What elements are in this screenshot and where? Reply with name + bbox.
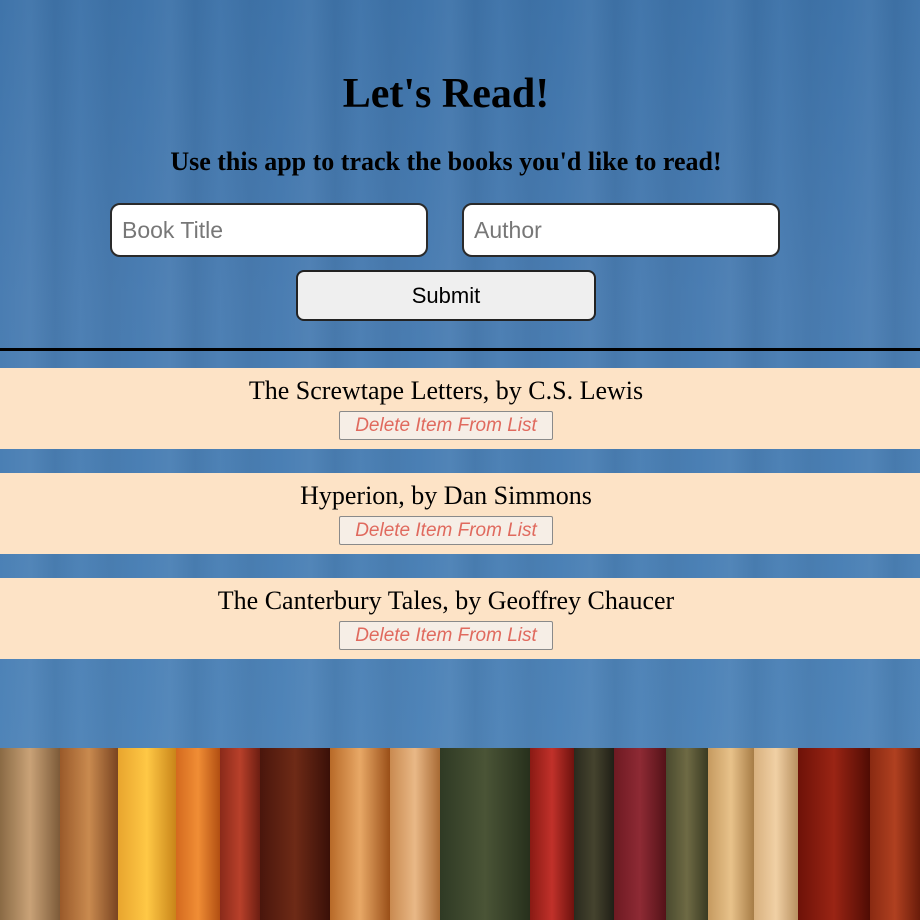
- book-entry-text: Hyperion, by Dan Simmons: [300, 481, 592, 510]
- book-entry-text: The Screwtape Letters, by C.S. Lewis: [248, 376, 644, 405]
- list-item: The Screwtape Letters, by C.S. Lewis Del…: [0, 368, 920, 449]
- divider: [0, 348, 920, 351]
- page-subtitle: Use this app to track the books you'd li…: [170, 147, 722, 176]
- book-title-input[interactable]: [110, 203, 428, 257]
- delete-item-button[interactable]: Delete Item From List: [339, 516, 553, 545]
- page-title: Let's Read!: [342, 71, 550, 117]
- bookshelf-background-image: [0, 748, 920, 920]
- delete-item-button[interactable]: Delete Item From List: [339, 411, 553, 440]
- submit-button[interactable]: Submit: [296, 270, 596, 321]
- delete-item-button[interactable]: Delete Item From List: [339, 621, 553, 650]
- list-item: Hyperion, by Dan Simmons Delete Item Fro…: [0, 473, 920, 554]
- list-item: The Canterbury Tales, by Geoffrey Chauce…: [0, 578, 920, 659]
- author-input[interactable]: [462, 203, 780, 257]
- book-entry-text: The Canterbury Tales, by Geoffrey Chauce…: [217, 586, 675, 615]
